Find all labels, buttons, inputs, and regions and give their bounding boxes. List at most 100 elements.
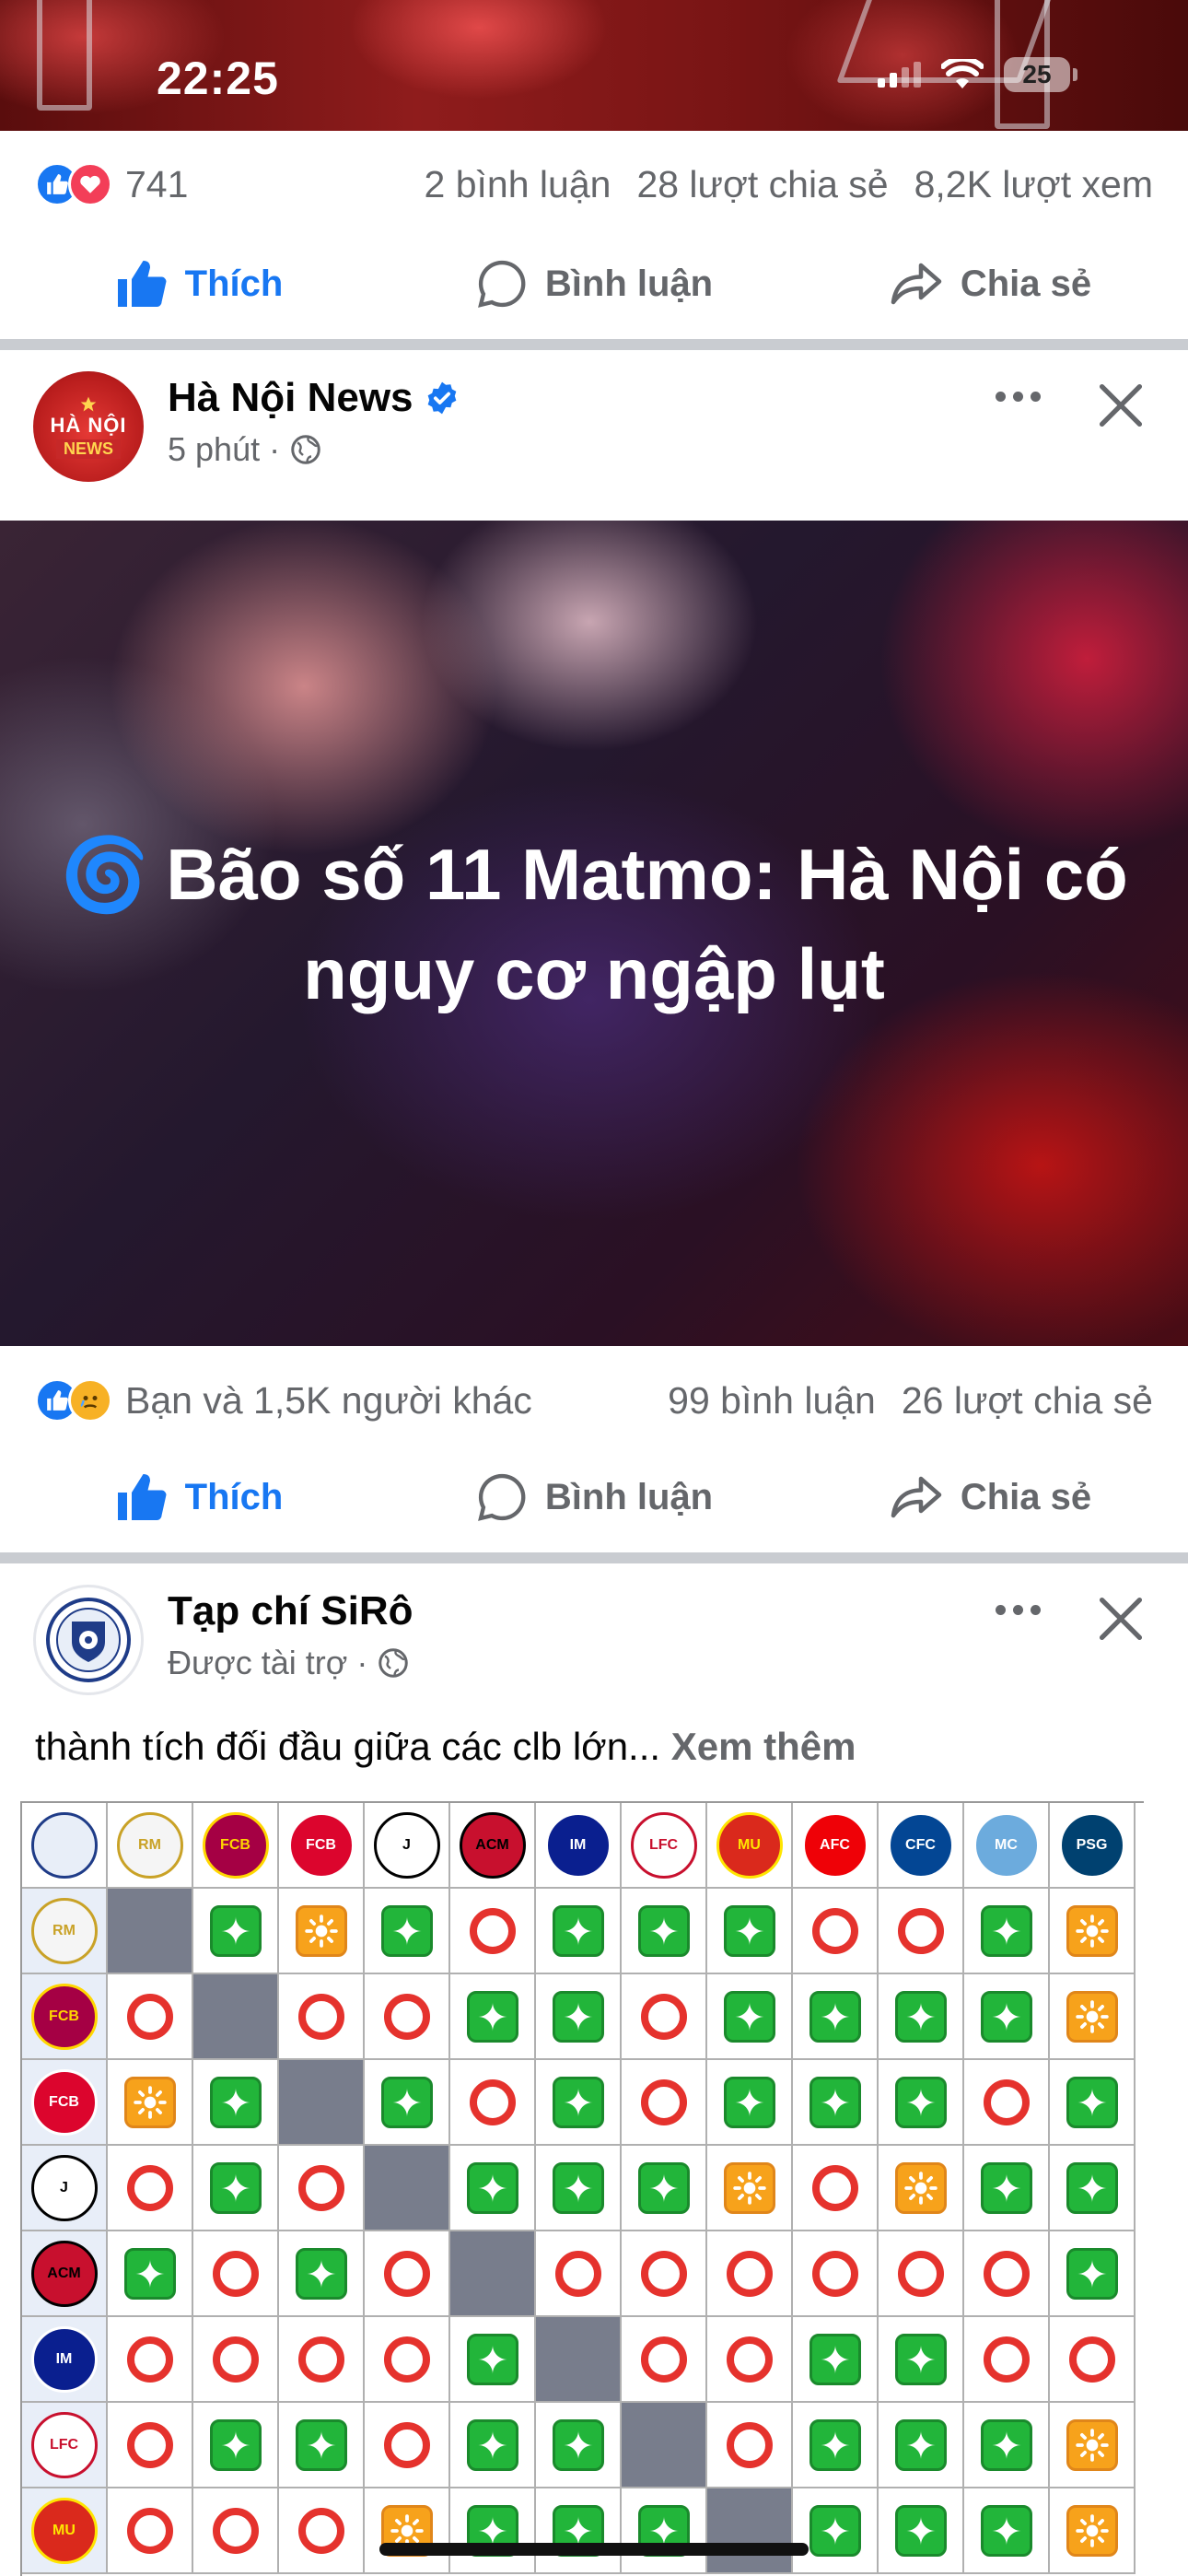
result-cell	[707, 2231, 793, 2317]
column-header-arsenal: AFC	[793, 1803, 879, 1889]
diagonal-cell	[108, 1889, 193, 1974]
result-cell	[793, 2146, 879, 2231]
result-cell	[450, 2488, 536, 2574]
result-cell	[450, 1889, 536, 1974]
column-header-inter: IM	[536, 1803, 622, 1889]
win-icon	[980, 2504, 1032, 2557]
result-cell	[793, 2488, 879, 2574]
post-time[interactable]: 5 phút	[168, 430, 260, 469]
result-cell	[108, 2060, 193, 2146]
win-icon	[637, 1904, 690, 1957]
win-icon	[380, 1904, 433, 1957]
barcelona-logo: FCB	[202, 1811, 269, 1879]
meta-separator: ·	[356, 1644, 368, 1681]
more-options-icon[interactable]	[996, 1605, 1041, 1615]
news-post-image[interactable]: 🌀 Bão số 11 Matmo: Hà Nội có nguy cơ ngập…	[0, 521, 1188, 1346]
share-count[interactable]: 26 lượt chia sẻ	[902, 1379, 1153, 1423]
thumbs-up-icon	[117, 1474, 167, 1520]
win-icon	[552, 2161, 604, 2214]
table-row: LFC	[22, 2403, 1144, 2488]
page-avatar[interactable]	[33, 1585, 144, 1695]
like-button[interactable]: Thích	[0, 256, 396, 311]
comment-button[interactable]: Bình luận	[396, 257, 792, 310]
result-cell	[793, 2317, 879, 2403]
result-cell	[793, 2403, 879, 2488]
draw-icon	[1066, 2504, 1118, 2557]
win-icon	[894, 2504, 947, 2557]
share-button[interactable]: Chia sẻ	[792, 1469, 1188, 1525]
page-name[interactable]: Tạp chí SiRô	[168, 1588, 413, 1634]
row-header-real-madrid: RM	[22, 1889, 108, 1974]
result-cell	[279, 2317, 365, 2403]
result-cell	[108, 1974, 193, 2060]
reaction-icons[interactable]	[35, 1378, 112, 1423]
result-cell	[707, 2403, 793, 2488]
share-button[interactable]: Chia sẻ	[792, 256, 1188, 311]
result-cell	[1050, 1889, 1136, 1974]
loss-icon	[126, 2507, 173, 2554]
win-icon	[466, 1990, 518, 2043]
home-indicator[interactable]	[379, 2543, 809, 2556]
result-cell	[279, 2488, 365, 2574]
share-arrow-icon	[891, 263, 942, 305]
result-cell	[622, 1974, 707, 2060]
result-cell	[622, 2060, 707, 2146]
reaction-icons[interactable]	[35, 162, 112, 206]
result-cell	[879, 2317, 964, 2403]
column-header-psg: PSG	[1050, 1803, 1136, 1889]
result-cell	[365, 1974, 450, 2060]
like-button[interactable]: Thích	[0, 1469, 396, 1525]
page-avatar[interactable]: HÀ NỘI NEWS	[33, 371, 144, 482]
news-post-stats: Bạn và 1,5K người khác 99 bình luận 26 l…	[0, 1350, 1188, 1451]
result-cell	[1050, 2317, 1136, 2403]
result-cell	[622, 2488, 707, 2574]
thumbs-up-icon	[117, 261, 167, 307]
see-more-link[interactable]: Xem thêm	[671, 1725, 856, 1768]
win-icon	[1066, 2076, 1118, 2128]
win-icon	[894, 2076, 947, 2128]
loss-icon	[554, 2250, 601, 2297]
reaction-count[interactable]: 741	[125, 163, 188, 206]
status-time: 22:25	[157, 53, 279, 104]
sponsored-label[interactable]: Được tài trợ	[168, 1644, 347, 1682]
win-icon	[894, 2333, 947, 2385]
close-icon[interactable]	[1089, 373, 1153, 438]
win-icon	[980, 1990, 1032, 2043]
sad-reaction-icon	[68, 1378, 112, 1423]
reactions-summary[interactable]: Bạn và 1,5K người khác	[125, 1379, 532, 1423]
comment-count[interactable]: 99 bình luận	[668, 1379, 876, 1423]
comment-button[interactable]: Bình luận	[396, 1470, 792, 1524]
loss-icon	[126, 1993, 173, 2040]
diagonal-cell	[365, 2146, 450, 2231]
win-icon	[552, 2418, 604, 2471]
real-madrid-logo: RM	[116, 1811, 183, 1879]
share-count[interactable]: 28 lượt chia sẻ	[636, 163, 888, 206]
comment-count[interactable]: 2 bình luận	[425, 163, 611, 206]
loss-icon	[897, 2250, 944, 2297]
result-cell	[108, 2488, 193, 2574]
result-cell	[707, 2317, 793, 2403]
post-meta: Được tài trợ ·	[168, 1644, 410, 1682]
result-cell	[879, 1889, 964, 1974]
loss-icon	[811, 1907, 858, 1954]
head-to-head-table-image[interactable]: RM FCB FCB J ACM IM LFC MU AFC CFC MC PSG RM FCB FCB J A…	[20, 1801, 1144, 2576]
bayern-logo: FCB	[30, 2068, 98, 2136]
result-cell	[793, 2231, 879, 2317]
loss-icon	[469, 2078, 516, 2125]
result-cell	[1050, 2146, 1136, 2231]
feed-divider	[0, 1552, 1188, 1563]
more-options-icon[interactable]	[996, 392, 1041, 402]
inter-logo: IM	[30, 2325, 98, 2393]
loss-icon	[983, 2078, 1030, 2125]
previous-post-media[interactable]: 22:25 25	[0, 0, 1188, 131]
loss-icon	[640, 2336, 687, 2383]
result-cell	[450, 2146, 536, 2231]
close-icon[interactable]	[1089, 1587, 1153, 1651]
loss-icon	[212, 2336, 259, 2383]
page-name[interactable]: Hà Nội News	[168, 375, 460, 421]
loss-icon	[212, 2507, 259, 2554]
win-icon	[552, 2076, 604, 2128]
win-icon	[123, 2247, 176, 2300]
result-cell	[879, 2403, 964, 2488]
comment-label: Bình luận	[544, 1476, 714, 1517]
